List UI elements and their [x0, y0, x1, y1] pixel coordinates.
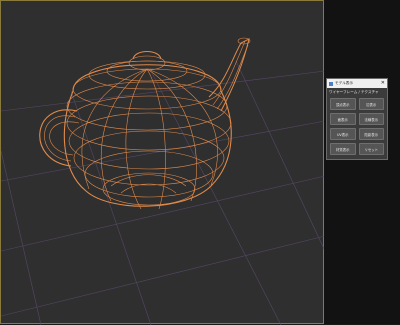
display-mode-button[interactable]: 面表示 [330, 113, 356, 125]
display-mode-button[interactable]: 陰影表示 [358, 128, 384, 140]
wireframe-scene[interactable] [1, 1, 325, 325]
display-mode-button[interactable]: 頂点表示 [330, 98, 356, 110]
model-display-panel[interactable]: モデル表示 ✕ ワイヤーフレーム / テクスチャ 頂点表示 辺表示 面表示 法線… [326, 78, 388, 160]
display-mode-button[interactable]: 法線表示 [358, 113, 384, 125]
display-mode-button[interactable]: 辺表示 [358, 98, 384, 110]
teapot-wireframe [39, 37, 251, 210]
display-mode-button[interactable]: UV表示 [330, 128, 356, 140]
panel-subtitle: ワイヤーフレーム / テクスチャ [329, 90, 379, 94]
panel-title: モデル表示 [335, 81, 353, 85]
app-icon [329, 81, 333, 86]
panel-titlebar[interactable]: モデル表示 ✕ [327, 79, 387, 88]
display-mode-button[interactable]: 材質表示 [330, 143, 356, 155]
button-grid: 頂点表示 辺表示 面表示 法線表示 UV表示 陰影表示 材質表示 リセット [327, 96, 387, 157]
side-area [324, 0, 400, 324]
3d-viewport[interactable] [0, 0, 325, 325]
reset-button[interactable]: リセット [358, 143, 384, 155]
close-icon[interactable]: ✕ [381, 81, 385, 86]
